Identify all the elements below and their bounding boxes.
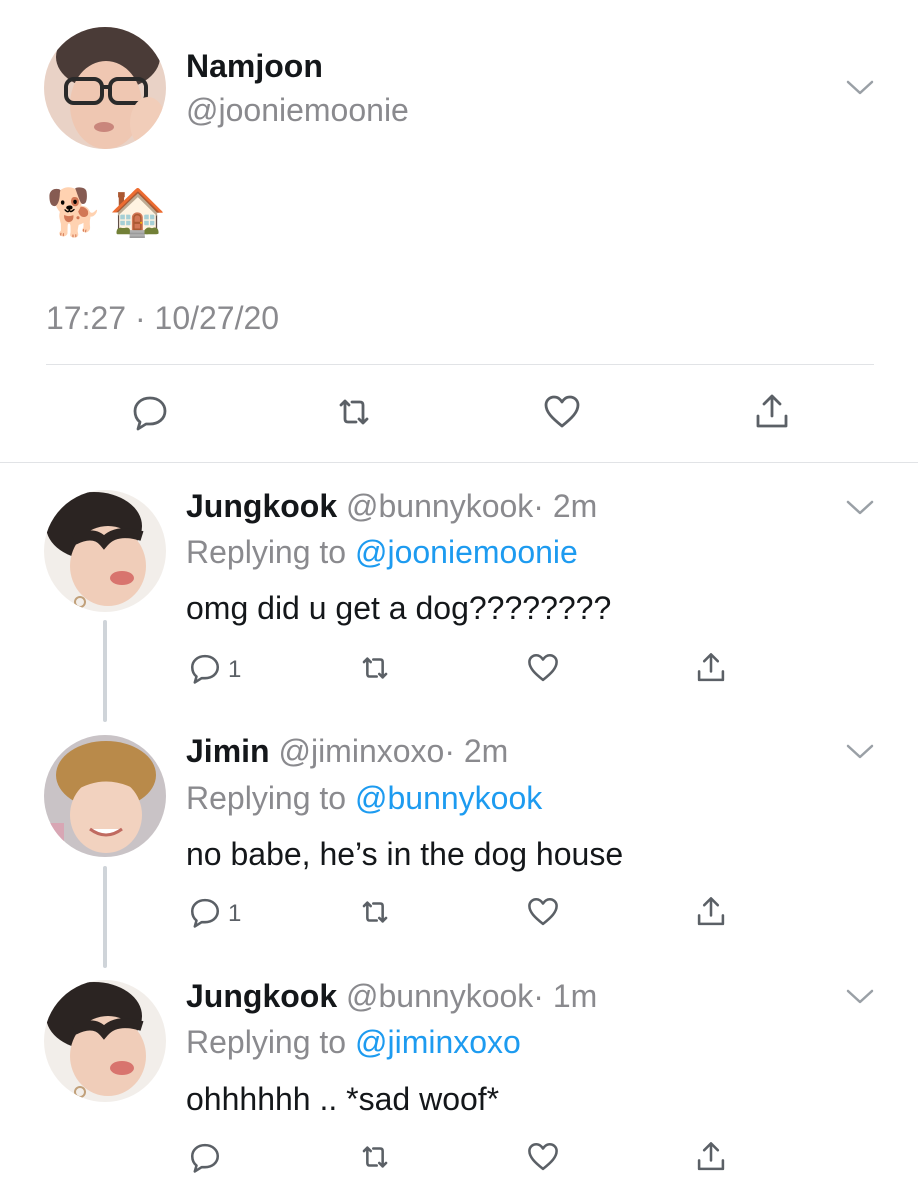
replying-to: Replying to @jiminxoxo — [186, 1024, 521, 1061]
reply-count: 1 — [228, 900, 242, 927]
replying-to-label: Replying to — [186, 534, 355, 570]
reply-time: · 1m — [533, 978, 598, 1014]
reply-icon[interactable] — [128, 390, 172, 434]
avatar-jungkook[interactable] — [44, 980, 166, 1102]
share-icon[interactable] — [692, 649, 730, 687]
reply-text: ohhhhhh .. *sad woof* — [186, 1081, 500, 1117]
divider — [0, 462, 918, 463]
share-icon[interactable] — [692, 893, 730, 931]
reply-header: Jungkook @bunnykook· 2m — [186, 488, 597, 525]
retweet-icon[interactable] — [356, 649, 394, 687]
like-icon[interactable] — [524, 893, 562, 931]
avatar-jimin[interactable] — [44, 735, 166, 857]
reply-author-handle[interactable]: @jiminxoxo — [278, 733, 444, 769]
reply-author-name[interactable]: Jungkook — [186, 488, 337, 524]
avatar-namjoon[interactable] — [44, 27, 166, 149]
retweet-icon[interactable] — [356, 893, 394, 931]
divider — [46, 364, 874, 365]
avatar-jimin-image — [44, 735, 166, 857]
reply-text: no babe, he’s in the dog house — [186, 836, 624, 872]
replying-to: Replying to @bunnykook — [186, 780, 542, 817]
tweet-timestamp: 17:27 · 10/27/20 — [46, 300, 280, 336]
tweet-text: 🐕🏠 — [46, 186, 173, 238]
reply-author-name[interactable]: Jungkook — [186, 978, 337, 1014]
avatar-namjoon-image — [44, 27, 166, 149]
chevron-down-icon[interactable] — [845, 498, 875, 516]
retweet-icon[interactable] — [332, 390, 376, 434]
share-icon[interactable] — [692, 1138, 730, 1176]
replying-to-label: Replying to — [186, 1024, 355, 1060]
replying-to-link[interactable]: @jooniemoonie — [355, 534, 578, 570]
replying-to-label: Replying to — [186, 780, 355, 816]
reply-header: Jimin @jiminxoxo· 2m — [186, 733, 508, 770]
avatar-jungkook-image — [44, 490, 166, 612]
author-handle[interactable]: @jooniemoonie — [186, 92, 409, 129]
reply-author-handle[interactable]: @bunnykook — [346, 488, 533, 524]
thread-line — [103, 620, 107, 722]
reply-author-handle[interactable]: @bunnykook — [346, 978, 533, 1014]
replying-to: Replying to @jooniemoonie — [186, 534, 578, 571]
reply-header: Jungkook @bunnykook· 1m — [186, 978, 597, 1015]
author-name[interactable]: Namjoon — [186, 48, 323, 85]
reply-icon[interactable] — [186, 1138, 224, 1176]
share-icon[interactable] — [750, 390, 794, 434]
reply-icon[interactable] — [186, 649, 224, 687]
chevron-down-icon[interactable] — [845, 78, 875, 96]
chevron-down-icon[interactable] — [845, 987, 875, 1005]
reply-time: · 2m — [444, 733, 509, 769]
reply-count: 1 — [228, 656, 242, 683]
reply-time: · 2m — [533, 488, 598, 524]
replying-to-link[interactable]: @bunnykook — [355, 780, 542, 816]
reply-text: omg did u get a dog???????? — [186, 590, 612, 626]
reply-icon[interactable] — [186, 893, 224, 931]
like-icon[interactable] — [524, 1138, 562, 1176]
avatar-jungkook[interactable] — [44, 490, 166, 612]
avatar-jungkook-image — [44, 980, 166, 1102]
like-icon[interactable] — [524, 649, 562, 687]
replying-to-link[interactable]: @jiminxoxo — [355, 1024, 521, 1060]
thread-line — [103, 866, 107, 968]
reply-author-name[interactable]: Jimin — [186, 733, 270, 769]
chevron-down-icon[interactable] — [845, 742, 875, 760]
retweet-icon[interactable] — [356, 1138, 394, 1176]
like-icon[interactable] — [540, 390, 584, 434]
